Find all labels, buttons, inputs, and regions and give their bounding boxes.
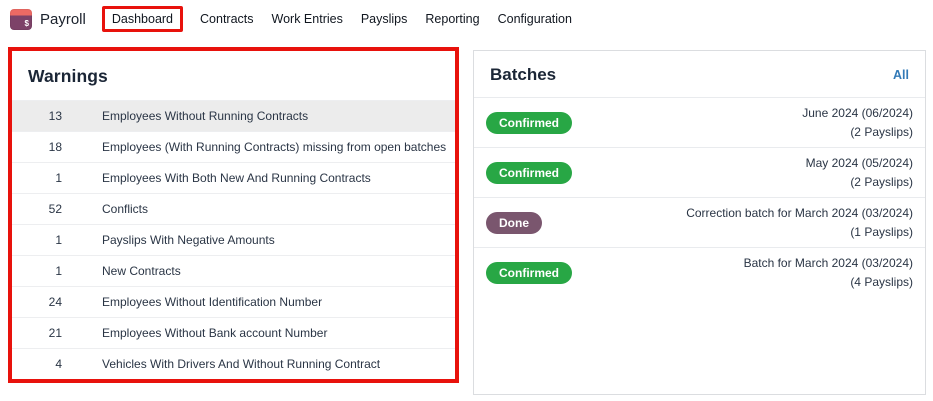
batches-all-link[interactable]: All <box>893 68 909 82</box>
nav-item-payslips[interactable]: Payslips <box>352 6 417 32</box>
warning-row[interactable]: 24 Employees Without Identification Numb… <box>12 286 455 317</box>
warning-label: Employees Without Running Contracts <box>102 109 308 123</box>
nav-item-work-entries[interactable]: Work Entries <box>263 6 352 32</box>
warning-row[interactable]: 18 Employees (With Running Contracts) mi… <box>12 131 455 162</box>
batches-empty-space <box>474 297 925 394</box>
warnings-header: Warnings <box>12 51 455 100</box>
batches-panel: Batches All Confirmed June 2024 (06/2024… <box>473 50 926 395</box>
batch-detail: (1 Payslips) <box>686 223 913 242</box>
warnings-panel: Warnings 13 Employees Without Running Co… <box>8 47 459 383</box>
warning-label: New Contracts <box>102 264 181 278</box>
warning-label: Payslips With Negative Amounts <box>102 233 275 247</box>
warning-row[interactable]: 1 Payslips With Negative Amounts <box>12 224 455 255</box>
batch-text: Correction batch for March 2024 (03/2024… <box>686 204 913 241</box>
warning-row[interactable]: 1 New Contracts <box>12 255 455 286</box>
warning-count: 21 <box>12 326 62 340</box>
batches-title: Batches <box>490 65 556 85</box>
warning-label: Employees Without Identification Number <box>102 295 322 309</box>
warning-count: 1 <box>12 264 62 278</box>
batch-text: June 2024 (06/2024) (2 Payslips) <box>802 104 913 141</box>
payroll-app-icon[interactable] <box>10 9 32 30</box>
warning-count: 4 <box>12 357 62 371</box>
batch-detail: (4 Payslips) <box>744 273 913 292</box>
batch-text: May 2024 (05/2024) (2 Payslips) <box>806 154 913 191</box>
dashboard-content: Warnings 13 Employees Without Running Co… <box>0 38 933 395</box>
nav-item-dashboard[interactable]: Dashboard <box>102 6 183 32</box>
top-nav: Payroll Dashboard Contracts Work Entries… <box>0 0 933 38</box>
warning-label: Vehicles With Drivers And Without Runnin… <box>102 357 380 371</box>
app-title[interactable]: Payroll <box>40 11 86 28</box>
status-badge: Done <box>486 212 542 234</box>
batch-row[interactable]: Confirmed June 2024 (06/2024) (2 Payslip… <box>474 97 925 147</box>
warning-row[interactable]: 52 Conflicts <box>12 193 455 224</box>
batch-detail: (2 Payslips) <box>802 123 913 142</box>
warning-count: 1 <box>12 233 62 247</box>
warning-row[interactable]: 21 Employees Without Bank account Number <box>12 317 455 348</box>
warning-count: 24 <box>12 295 62 309</box>
warning-label: Employees (With Running Contracts) missi… <box>102 140 446 154</box>
warning-row[interactable]: 4 Vehicles With Drivers And Without Runn… <box>12 348 455 379</box>
warnings-title: Warnings <box>28 66 108 86</box>
nav-item-reporting[interactable]: Reporting <box>416 6 488 32</box>
batch-name: Batch for March 2024 (03/2024) <box>744 254 913 273</box>
batch-row[interactable]: Confirmed May 2024 (05/2024) (2 Payslips… <box>474 147 925 197</box>
warning-label: Conflicts <box>102 202 148 216</box>
batch-row[interactable]: Done Correction batch for March 2024 (03… <box>474 197 925 247</box>
batch-text: Batch for March 2024 (03/2024) (4 Paysli… <box>744 254 913 291</box>
batch-name: May 2024 (05/2024) <box>806 154 913 173</box>
batch-name: Correction batch for March 2024 (03/2024… <box>686 204 913 223</box>
status-badge: Confirmed <box>486 262 572 284</box>
batch-detail: (2 Payslips) <box>806 173 913 192</box>
status-badge: Confirmed <box>486 112 572 134</box>
warning-count: 13 <box>12 109 62 123</box>
warning-count: 1 <box>12 171 62 185</box>
nav-item-contracts[interactable]: Contracts <box>191 6 263 32</box>
warning-count: 18 <box>12 140 62 154</box>
warning-count: 52 <box>12 202 62 216</box>
nav-item-configuration[interactable]: Configuration <box>489 6 581 32</box>
batches-header: Batches All <box>474 51 925 97</box>
warning-label: Employees Without Bank account Number <box>102 326 327 340</box>
warning-row[interactable]: 1 Employees With Both New And Running Co… <box>12 162 455 193</box>
status-badge: Confirmed <box>486 162 572 184</box>
warning-label: Employees With Both New And Running Cont… <box>102 171 371 185</box>
warning-row[interactable]: 13 Employees Without Running Contracts <box>12 100 455 131</box>
batch-name: June 2024 (06/2024) <box>802 104 913 123</box>
batch-row[interactable]: Confirmed Batch for March 2024 (03/2024)… <box>474 247 925 297</box>
